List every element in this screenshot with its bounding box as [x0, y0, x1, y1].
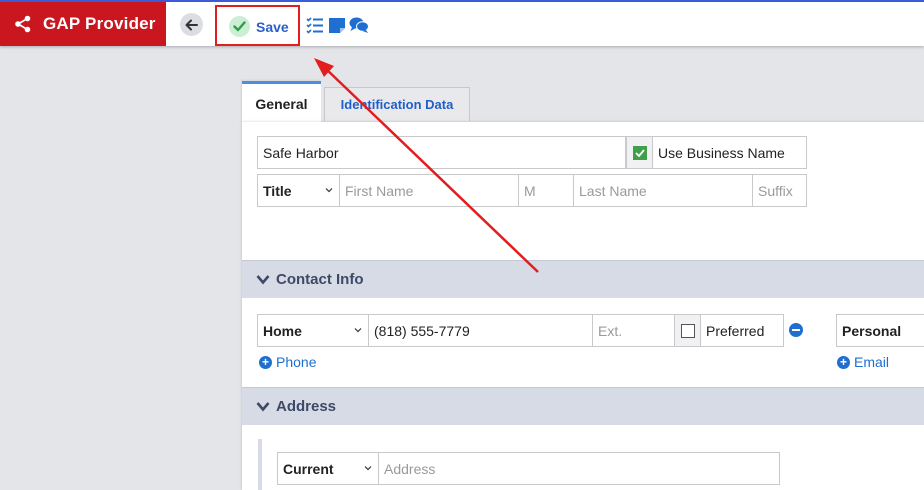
use-business-name-label: Use Business Name [658, 144, 785, 161]
save-button[interactable]: Save [215, 5, 300, 46]
first-name-placeholder: First Name [345, 182, 414, 199]
phone-ext-placeholder: Ext. [598, 322, 623, 339]
add-email-link[interactable]: + Email [837, 354, 889, 370]
share-icon[interactable] [14, 15, 32, 33]
app-title: GAP Provider [43, 14, 156, 33]
chevron-down-icon [354, 328, 362, 333]
use-business-name-checkbox[interactable] [633, 145, 647, 160]
use-business-name-label-cell: Use Business Name [652, 136, 807, 169]
middle-initial-placeholder: M [524, 182, 536, 199]
title-select-value: Title [263, 182, 292, 199]
use-business-name-checkbox-cell[interactable] [626, 136, 653, 169]
preferred-label: Preferred [706, 322, 765, 339]
preferred-label-cell: Preferred [700, 314, 784, 347]
save-label: Save [256, 19, 289, 35]
suffix-field[interactable]: Suffix [752, 174, 807, 207]
last-name-placeholder: Last Name [579, 182, 647, 199]
app-brand: GAP Provider [0, 2, 166, 46]
remove-phone-button[interactable] [789, 323, 803, 337]
tab-identification-data[interactable]: Identification Data [324, 87, 470, 121]
check-icon [229, 16, 250, 37]
phone-number-field[interactable]: (818) 555-7779 [368, 314, 593, 347]
tab-general[interactable]: General [242, 81, 321, 123]
phone-ext-field[interactable]: Ext. [592, 314, 675, 347]
back-arrow-icon [185, 19, 198, 30]
contact-info-title: Contact Info [276, 271, 364, 288]
suffix-placeholder: Suffix [758, 182, 793, 199]
chevron-down-icon [256, 402, 270, 412]
add-email-label: Email [854, 354, 890, 370]
plus-icon: + [259, 355, 272, 369]
add-phone-link[interactable]: + Phone [259, 354, 316, 370]
contact-info-section-header[interactable]: Contact Info [242, 260, 924, 298]
note-icon[interactable] [328, 16, 346, 34]
last-name-field[interactable]: Last Name [573, 174, 753, 207]
preferred-checkbox-cell[interactable] [674, 314, 701, 347]
chevron-down-icon [325, 188, 333, 193]
address-type-value: Current [283, 460, 334, 477]
title-select[interactable]: Title [257, 174, 340, 207]
middle-initial-field[interactable]: M [518, 174, 574, 207]
email-type-select[interactable]: Personal [836, 314, 924, 347]
phone-number-value: (818) 555-7779 [374, 322, 470, 339]
checklist-icon[interactable] [306, 16, 324, 34]
preferred-checkbox[interactable] [681, 323, 695, 338]
address-placeholder: Address [384, 460, 436, 477]
phone-type-value: Home [263, 322, 302, 339]
business-name-field[interactable]: Safe Harbor [257, 136, 626, 169]
address-section-header[interactable]: Address [242, 387, 924, 425]
plus-icon: + [837, 355, 850, 369]
add-phone-label: Phone [276, 354, 317, 370]
comments-icon[interactable] [349, 16, 369, 34]
phone-type-select[interactable]: Home [257, 314, 369, 347]
chevron-down-icon [256, 275, 270, 285]
top-toolbar: GAP Provider Save [0, 0, 924, 46]
business-name-value: Safe Harbor [263, 144, 339, 161]
address-title: Address [276, 398, 337, 415]
address-type-select[interactable]: Current [277, 452, 379, 485]
back-button[interactable] [180, 13, 203, 36]
email-type-value: Personal [842, 322, 902, 339]
address-field[interactable]: Address [378, 452, 780, 485]
first-name-field[interactable]: First Name [339, 174, 519, 207]
chevron-down-icon [364, 466, 372, 471]
